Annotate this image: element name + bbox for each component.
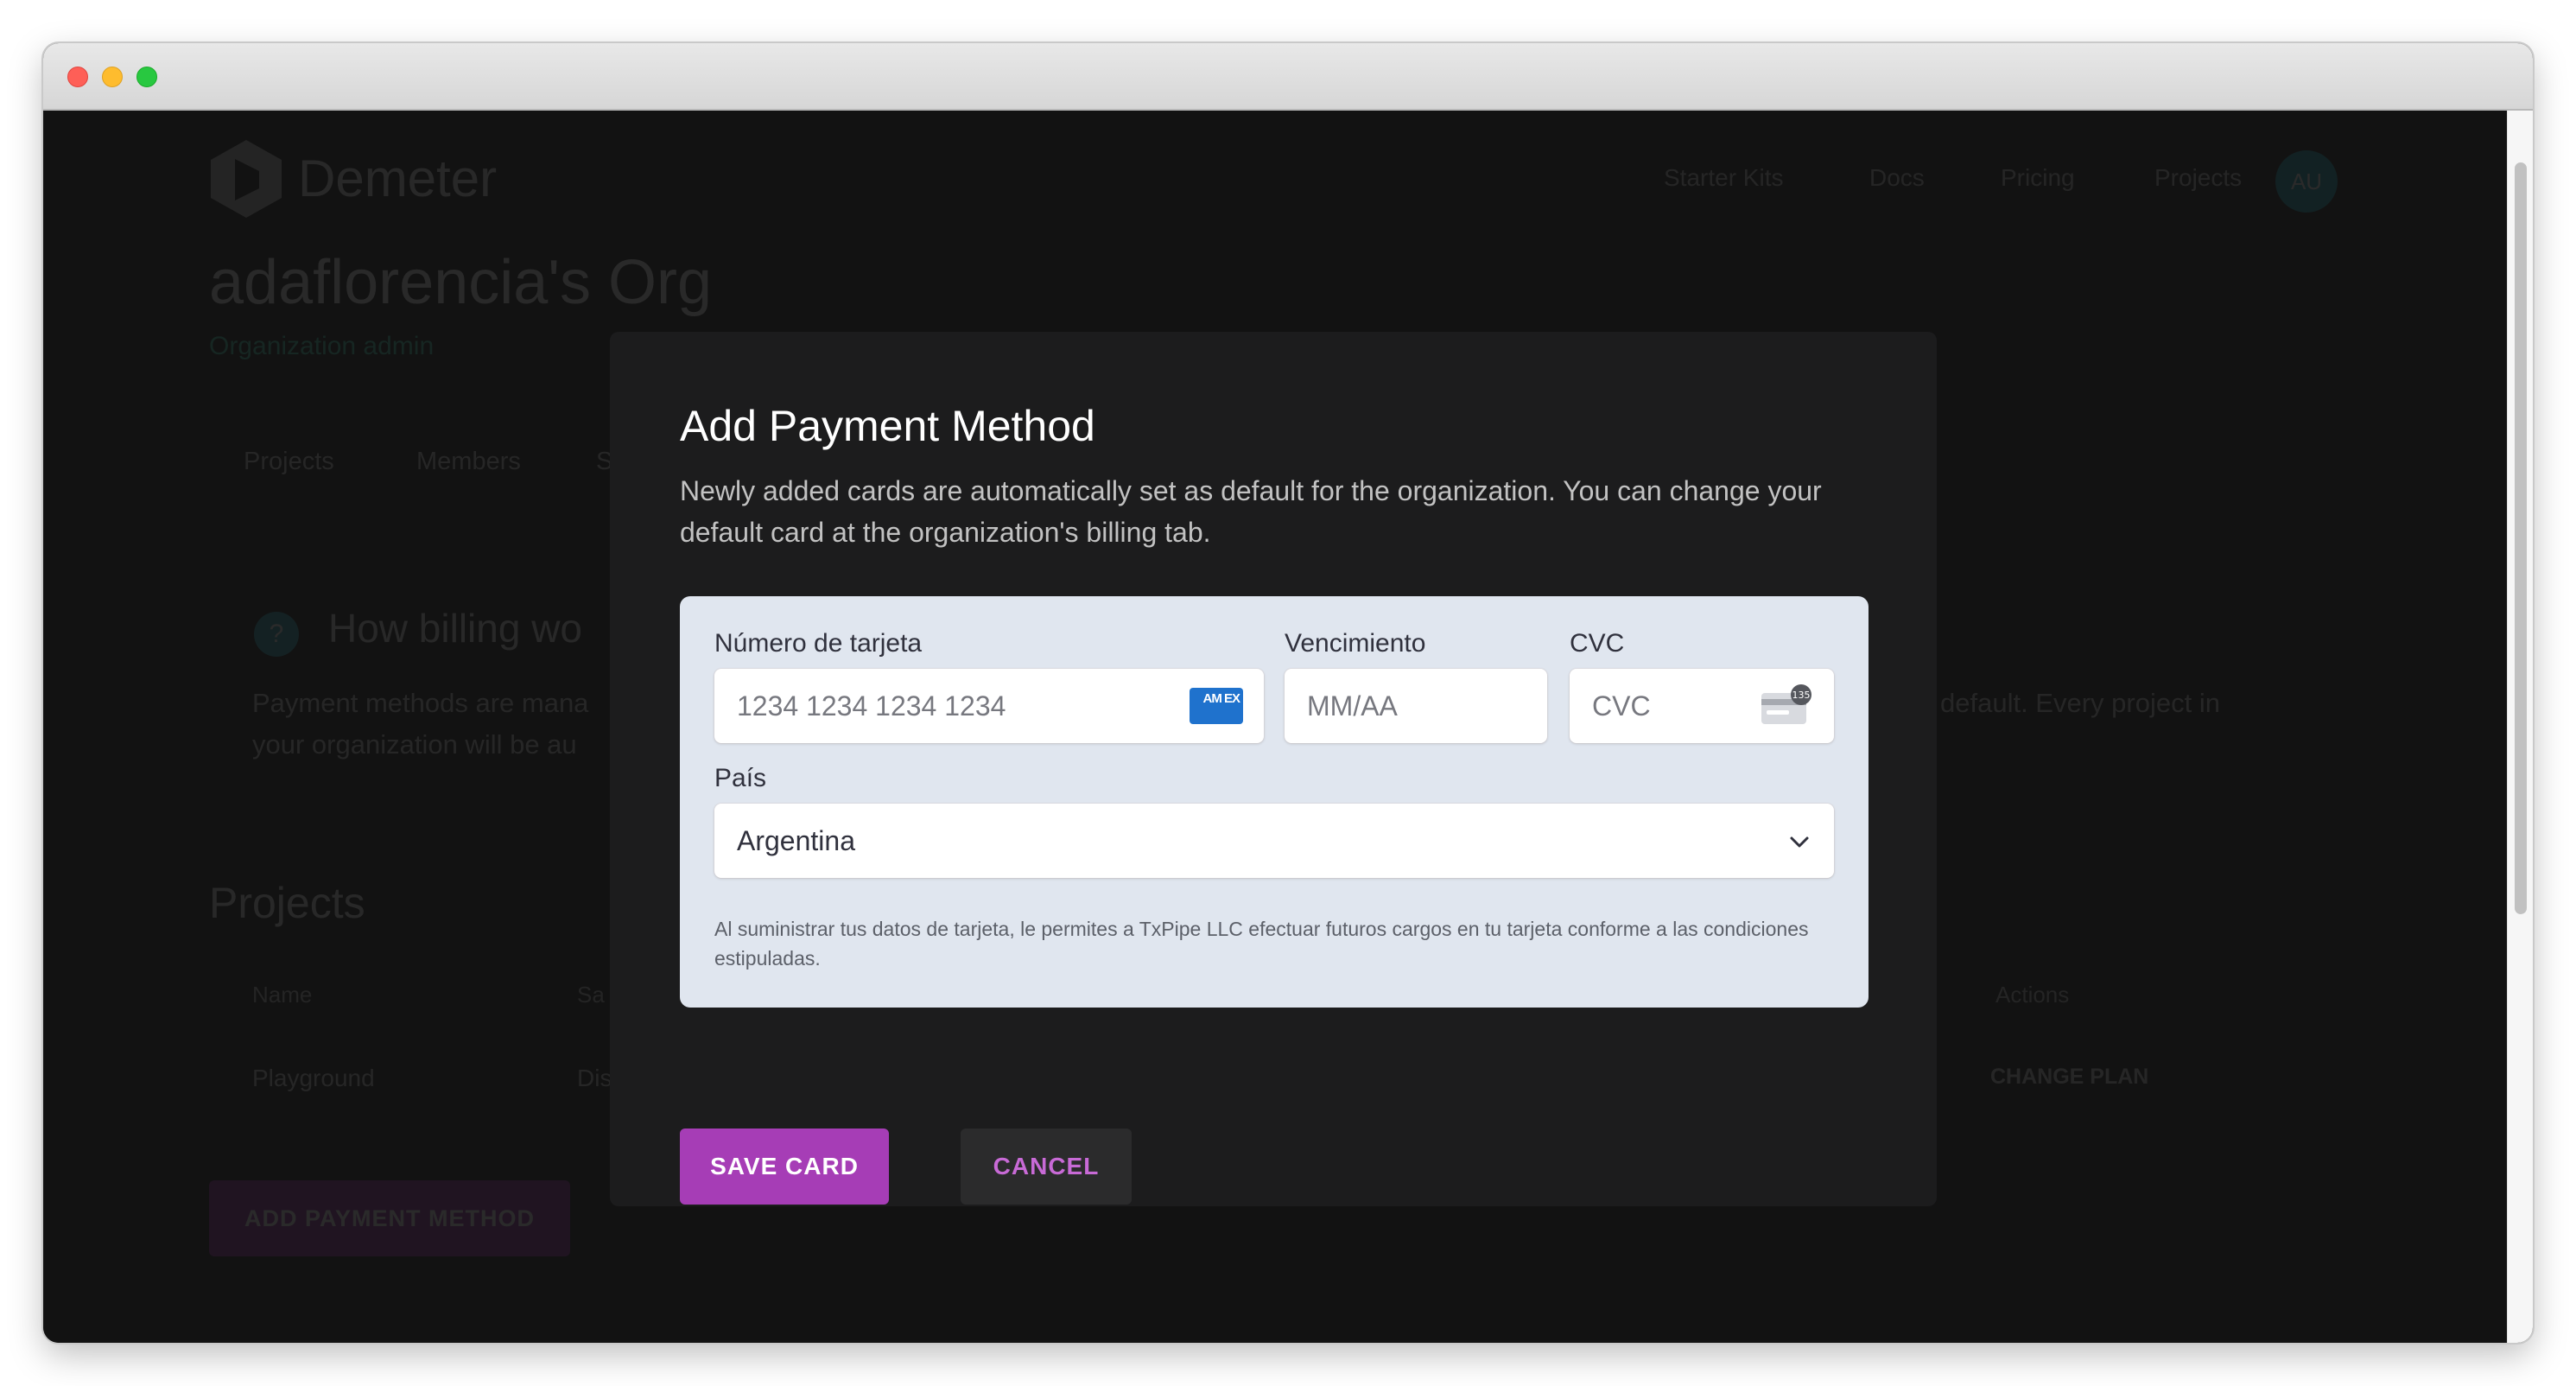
modal-description: Newly added cards are automatically set … [680,475,1822,548]
page-viewport: Demeter Starter Kits Docs Pricing Projec… [43,111,2507,1343]
nav-pricing[interactable]: Pricing [2001,164,2075,192]
billing-heading: How billing wo [328,606,583,651]
page-title: adaflorencia's Org [209,248,713,317]
card-number-label: Número de tarjeta [714,629,923,658]
change-plan-button[interactable]: CHANGE PLAN [1990,1065,2148,1090]
avatar[interactable]: AU [2275,150,2338,213]
close-window-button[interactable] [67,67,88,87]
card-form-panel: Número de tarjeta 1234 1234 1234 1234 AM… [680,596,1869,1008]
country-select[interactable]: Argentina [714,804,1834,878]
country-value: Argentina [737,825,855,856]
brand-name[interactable]: Demeter [298,149,497,208]
tab-members[interactable]: Members [416,448,521,476]
table-cell-status: Dis [577,1065,612,1091]
card-number-placeholder: 1234 1234 1234 1234 [737,690,1006,722]
amex-card-icon: AM EX [1190,688,1243,724]
window-titlebar [43,43,2533,111]
legal-notice: Al suministrar tus datos de tarjeta, le … [714,918,1809,970]
projects-heading: Projects [209,879,365,927]
table-header-status: Sa [577,982,605,1008]
zoom-window-button[interactable] [136,67,157,87]
chevron-down-icon [1790,836,1809,848]
add-payment-modal: Add Payment Method Newly added cards are… [610,332,1937,1206]
cvc-placeholder: CVC [1592,690,1651,722]
billing-text-line-1: Payment methods are mana [252,688,589,718]
cvc-badge-text: 135 [1792,690,1811,701]
nav-starter-kits[interactable]: Starter Kits [1664,164,1783,192]
org-role: Organization admin [209,332,435,360]
scrollbar-thumb[interactable] [2515,162,2527,914]
cancel-button[interactable]: CANCEL [961,1129,1132,1205]
cvc-card-icon: 135 [1761,684,1811,724]
cvc-field[interactable]: CVC 135 [1570,669,1834,743]
expiry-label: Vencimiento [1285,629,1426,658]
billing-text-right: default. Every project in [1940,688,2220,718]
table-cell-name: Playground [252,1065,375,1091]
page-scrollbar[interactable] [2507,111,2533,1343]
country-label: País [714,764,767,792]
nav-docs[interactable]: Docs [1869,164,1925,192]
modal-title: Add Payment Method [680,402,1095,450]
table-header-name: Name [252,982,313,1008]
nav-projects[interactable]: Projects [2154,164,2242,192]
question-icon: ? [254,612,299,657]
card-number-field[interactable]: 1234 1234 1234 1234 AM EX [714,669,1264,743]
cvc-label: CVC [1570,629,1625,658]
browser-window: Demeter Starter Kits Docs Pricing Projec… [43,43,2533,1343]
add-payment-method-button[interactable]: ADD PAYMENT METHOD [209,1180,570,1256]
billing-text-line-2: your organization will be au [252,729,577,760]
table-header-actions: Actions [1995,982,2070,1008]
tab-projects[interactable]: Projects [244,448,334,476]
expiry-field[interactable]: MM/AA [1285,669,1547,743]
demeter-logo-icon [211,140,282,218]
expiry-placeholder: MM/AA [1307,690,1398,722]
save-card-button[interactable]: SAVE CARD [680,1129,889,1205]
minimize-window-button[interactable] [102,67,123,87]
